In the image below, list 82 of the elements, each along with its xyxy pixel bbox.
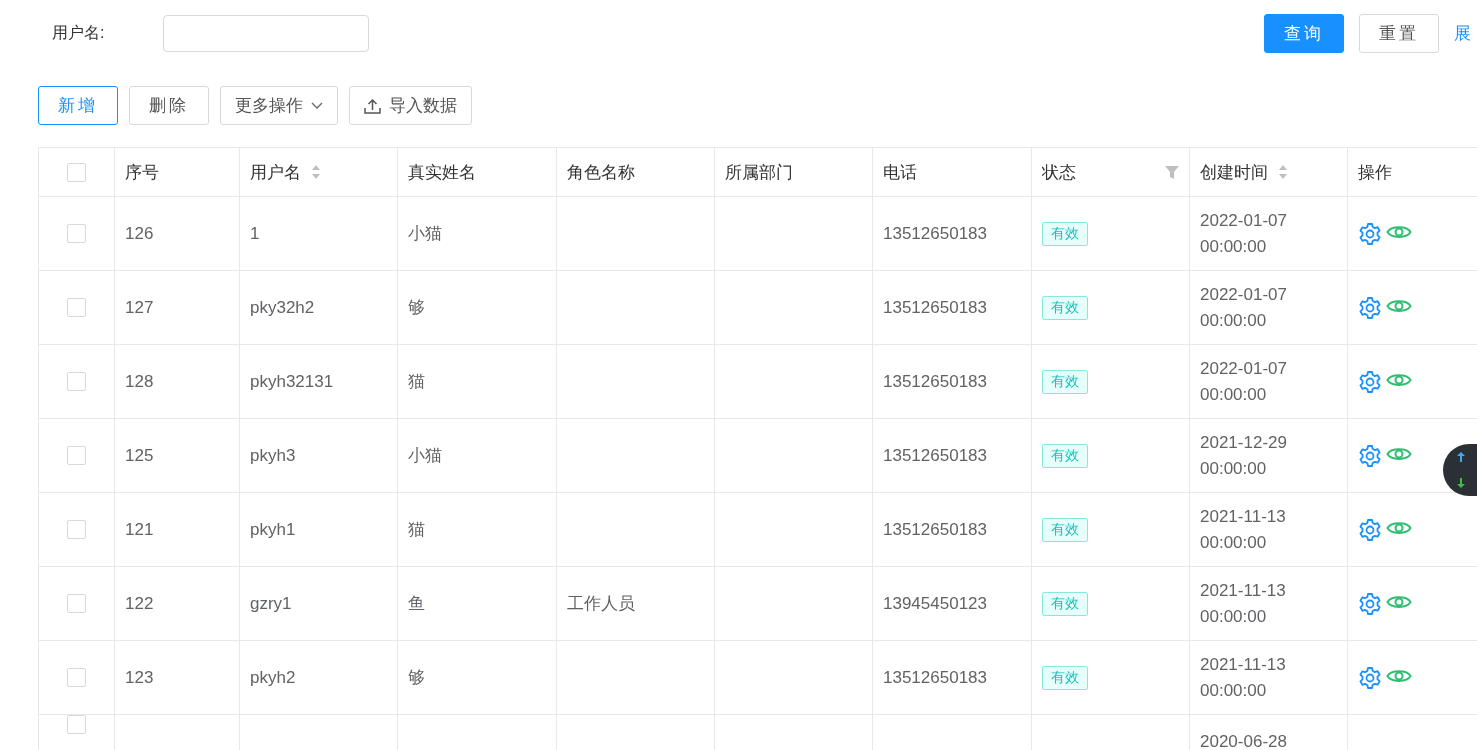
gear-icon[interactable]	[1358, 443, 1382, 468]
gear-icon[interactable]	[1358, 517, 1382, 542]
table-cell-text: 小猫	[408, 223, 442, 245]
status-tag: 有效	[1042, 443, 1088, 468]
table-cell: pky32h2	[250, 297, 315, 318]
row-checkbox[interactable]	[67, 372, 86, 391]
column-header: 用户名	[250, 161, 301, 184]
table-cell: gzry1	[250, 593, 292, 614]
toolbar-button[interactable]: 删除	[129, 86, 209, 125]
gear-icon[interactable]	[1358, 221, 1382, 246]
table-cell-text: 鱼	[408, 593, 425, 615]
sort-icon[interactable]	[311, 164, 321, 180]
table-cell-text: 2021-11-13 00:00:00	[1200, 653, 1287, 702]
table-cell: pkyh1	[250, 519, 296, 540]
table-cell-text: 2021-11-13 00:00:00	[1200, 505, 1287, 554]
down-arrow-icon	[1457, 478, 1465, 488]
row-checkbox[interactable]	[67, 298, 86, 317]
table-cell: 126	[125, 223, 154, 244]
table-cell: pkyh2	[250, 667, 296, 688]
up-arrow-icon	[1457, 452, 1465, 462]
status-tag: 有效	[1042, 295, 1088, 320]
column-header: 状态	[1042, 161, 1076, 184]
table-cell-text: 够	[408, 297, 425, 319]
table-cell: 122	[125, 593, 154, 614]
gear-icon[interactable]	[1358, 295, 1382, 320]
table-cell-text: 猫	[408, 371, 425, 393]
filter-icon[interactable]	[1165, 165, 1179, 179]
column-header: 所属部门	[725, 161, 793, 184]
row-checkbox[interactable]	[67, 668, 86, 687]
sort-icon[interactable]	[1278, 164, 1288, 180]
column-header: 电话	[883, 161, 917, 184]
chevron-down-icon	[311, 101, 323, 110]
table-cell-text: 小猫	[408, 445, 442, 467]
row-checkbox[interactable]	[67, 446, 86, 465]
table-cell: 1	[250, 223, 260, 244]
table-cell: 13945450123	[883, 593, 987, 614]
row-checkbox[interactable]	[67, 224, 86, 243]
column-header: 操作	[1358, 161, 1392, 184]
username-label: 用户名:	[52, 23, 106, 43]
table-cell-text: 2021-11-13 00:00:00	[1200, 579, 1287, 628]
reset-button[interactable]: 重置	[1359, 14, 1439, 53]
status-tag: 有效	[1042, 221, 1088, 246]
select-all-checkbox[interactable]	[67, 162, 86, 182]
gear-icon[interactable]	[1358, 665, 1382, 690]
upload-icon	[364, 97, 381, 114]
status-tag: 有效	[1042, 591, 1088, 616]
table-cell: 121	[125, 519, 154, 540]
table-cell-text: 2020-06-28	[1200, 731, 1287, 750]
gear-icon[interactable]	[1358, 369, 1382, 394]
table-cell: pkyh3	[250, 445, 296, 466]
table-cell: 123	[125, 667, 154, 688]
table-cell: 128	[125, 371, 154, 392]
table-cell-text: 猫	[408, 519, 425, 541]
table-cell-text: 2022-01-07 00:00:00	[1200, 357, 1288, 406]
table-cell: 13512650183	[883, 519, 987, 540]
row-checkbox[interactable]	[67, 520, 86, 539]
column-header: 真实姓名	[408, 161, 476, 184]
table-cell-text: 够	[408, 667, 425, 689]
table-cell: 13512650183	[883, 223, 987, 244]
table-cell-text: 2021-12-29 00:00:00	[1200, 431, 1288, 480]
table-cell: pkyh32131	[250, 371, 334, 392]
status-tag: 有效	[1042, 369, 1088, 394]
gear-icon[interactable]	[1358, 591, 1382, 616]
toolbar-button[interactable]: 更多操作	[220, 86, 338, 125]
table-cell-text: 2022-01-07 00:00:00	[1200, 209, 1288, 258]
table-cell-text: 2022-01-07 00:00:00	[1200, 283, 1288, 332]
column-header: 创建时间	[1200, 161, 1268, 184]
column-header: 角色名称	[567, 161, 635, 184]
table-cell: 127	[125, 297, 154, 318]
table-cell: 13512650183	[883, 297, 987, 318]
row-checkbox[interactable]	[67, 715, 86, 734]
table-cell: 13512650183	[883, 445, 987, 466]
status-tag: 有效	[1042, 665, 1088, 690]
table-cell-text: 工作人员	[567, 593, 635, 615]
status-tag: 有效	[1042, 517, 1088, 542]
toolbar-button[interactable]: 导入数据	[349, 86, 472, 125]
username-input[interactable]	[163, 15, 369, 52]
row-checkbox[interactable]	[67, 594, 86, 613]
column-header: 序号	[125, 161, 159, 184]
table-cell: 13512650183	[883, 371, 987, 392]
table-cell: 13512650183	[883, 667, 987, 688]
table-cell: 125	[125, 445, 154, 466]
